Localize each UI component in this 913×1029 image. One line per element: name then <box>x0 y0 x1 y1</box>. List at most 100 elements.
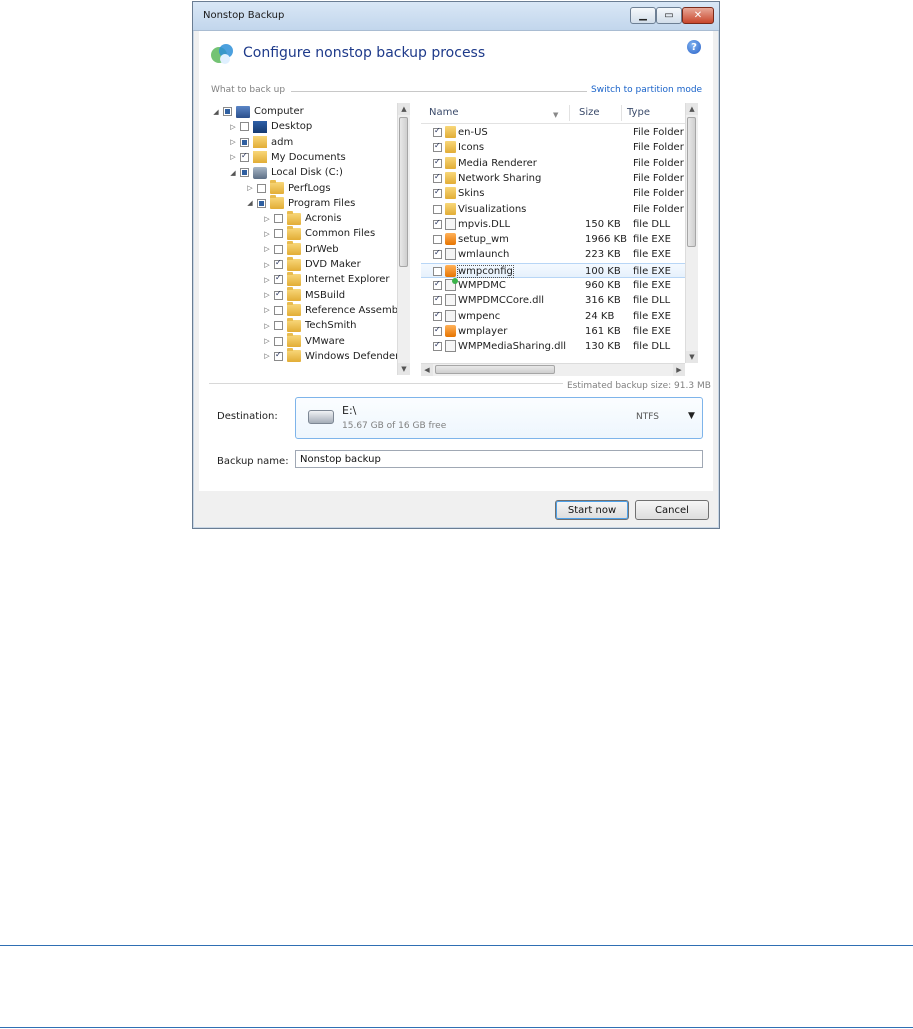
expand-arrow-icon[interactable]: ▷ <box>262 322 272 330</box>
file-checkbox[interactable] <box>433 157 442 168</box>
tree-item-checkbox[interactable] <box>274 321 283 331</box>
file-list-horizontal-scrollbar[interactable]: ◀ ▶ <box>421 363 685 376</box>
collapse-arrow-icon[interactable]: ◢ <box>211 108 221 116</box>
table-row[interactable]: wmpenc 24 KB file EXE <box>421 309 685 324</box>
tree-item-checkbox[interactable] <box>274 214 283 224</box>
table-row[interactable]: Media Renderer File Folder <box>421 156 685 171</box>
table-row[interactable]: wmpconfig 100 KB file EXE <box>421 262 685 278</box>
scroll-left-arrow-icon[interactable]: ◀ <box>421 364 433 376</box>
tree-item-checkbox[interactable] <box>274 258 283 269</box>
column-separator[interactable] <box>621 105 622 121</box>
tree-item[interactable]: ▷ Desktop <box>228 119 312 134</box>
file-checkbox[interactable] <box>433 279 442 290</box>
expand-arrow-icon[interactable]: ▷ <box>228 138 238 146</box>
tree-item[interactable]: ▷ My Documents <box>228 150 346 165</box>
minimize-button[interactable]: ▁ <box>630 7 656 24</box>
tree-item-checkbox[interactable] <box>223 107 232 116</box>
file-checkbox[interactable] <box>433 187 442 199</box>
tree-vertical-scrollbar[interactable]: ▲ ▼ <box>397 103 410 375</box>
title-bar[interactable]: Nonstop Backup ▁ ▭ ✕ <box>193 2 719 31</box>
expand-arrow-icon[interactable]: ▷ <box>262 276 272 284</box>
expand-arrow-icon[interactable]: ▷ <box>245 184 255 192</box>
dropdown-arrow-icon[interactable]: ▼ <box>688 411 695 421</box>
tree-item[interactable]: ▷ Common Files <box>262 225 375 241</box>
tree-item-checkbox[interactable] <box>240 137 249 147</box>
table-row[interactable]: Icons File Folder <box>421 140 685 155</box>
destination-dropdown[interactable]: E:\ 15.67 GB of 16 GB free NTFS ▼ <box>295 397 703 439</box>
column-header-type[interactable]: Type <box>627 107 650 118</box>
scroll-right-arrow-icon[interactable]: ▶ <box>673 364 685 376</box>
file-checkbox[interactable] <box>433 340 442 352</box>
file-checkbox[interactable] <box>433 126 442 137</box>
table-row[interactable]: setup_wm 1966 KB file EXE <box>421 232 685 247</box>
tree-item-checkbox[interactable] <box>257 183 266 193</box>
tree-item-checkbox[interactable] <box>274 244 283 254</box>
file-checkbox[interactable] <box>433 248 442 260</box>
tree-item[interactable]: ▷ PerfLogs <box>245 180 331 196</box>
table-row[interactable]: mpvis.DLL 150 KB file DLL <box>421 217 685 232</box>
close-button[interactable]: ✕ <box>682 7 714 24</box>
tree-item[interactable]: ◢ Computer <box>211 104 304 119</box>
switch-to-partition-mode-link[interactable]: Switch to partition mode <box>591 85 702 95</box>
expand-arrow-icon[interactable]: ▷ <box>262 261 272 269</box>
column-header-name[interactable]: Name <box>429 107 459 118</box>
table-row[interactable]: WMPDMC 960 KB file EXE <box>421 278 685 293</box>
tree-item-checkbox[interactable] <box>274 350 283 361</box>
table-row[interactable]: Visualizations File Folder <box>421 202 685 217</box>
file-checkbox[interactable] <box>433 218 442 229</box>
table-row[interactable]: Skins File Folder <box>421 186 685 201</box>
expand-arrow-icon[interactable]: ▷ <box>228 153 238 161</box>
tree-item-checkbox[interactable] <box>257 198 266 208</box>
tree-item-checkbox[interactable] <box>274 229 283 239</box>
tree-item-checkbox[interactable] <box>240 122 249 132</box>
collapse-arrow-icon[interactable]: ◢ <box>228 169 238 177</box>
table-row[interactable]: WMPMediaSharing.dll 130 KB file DLL <box>421 339 685 354</box>
tree-item[interactable]: ▷ VMware <box>262 333 345 349</box>
collapse-arrow-icon[interactable]: ◢ <box>245 199 255 207</box>
tree-item-checkbox[interactable] <box>240 151 249 162</box>
file-checkbox[interactable] <box>433 172 442 183</box>
tree-item[interactable]: ▷ Internet Explorer <box>262 271 390 287</box>
tree-item[interactable]: ▷ MSBuild <box>262 287 345 303</box>
table-row[interactable]: WMPDMCCore.dll 316 KB file DLL <box>421 293 685 308</box>
expand-arrow-icon[interactable]: ▷ <box>262 230 272 238</box>
column-separator[interactable] <box>569 105 570 121</box>
help-icon[interactable]: ? <box>687 40 701 54</box>
tree-item[interactable]: ▷ DVD Maker <box>262 256 361 272</box>
file-checkbox[interactable] <box>433 325 442 336</box>
file-list-vertical-scrollbar[interactable]: ▲ ▼ <box>685 103 698 363</box>
tree-item-checkbox[interactable] <box>240 168 249 178</box>
scroll-thumb[interactable] <box>687 117 696 247</box>
tree-item-checkbox[interactable] <box>274 305 283 315</box>
tree-item-checkbox[interactable] <box>274 273 283 285</box>
tree-item[interactable]: ▷ Acronis <box>262 210 342 226</box>
expand-arrow-icon[interactable]: ▷ <box>262 215 272 223</box>
expand-arrow-icon[interactable]: ▷ <box>262 352 272 360</box>
scroll-up-arrow-icon[interactable]: ▲ <box>686 103 698 115</box>
file-checkbox[interactable] <box>433 294 442 306</box>
tree-item[interactable]: ▷ Reference Assemb... <box>262 302 408 318</box>
expand-arrow-icon[interactable]: ▷ <box>262 245 272 253</box>
expand-arrow-icon[interactable]: ▷ <box>262 306 272 314</box>
scroll-thumb[interactable] <box>399 117 408 267</box>
maximize-button[interactable]: ▭ <box>656 7 682 24</box>
table-row[interactable]: wmlaunch 223 KB file EXE <box>421 247 685 262</box>
expand-arrow-icon[interactable]: ▷ <box>262 291 272 299</box>
file-checkbox[interactable] <box>433 141 442 153</box>
scroll-thumb[interactable] <box>435 365 555 374</box>
file-checkbox[interactable] <box>433 266 442 276</box>
scroll-up-arrow-icon[interactable]: ▲ <box>398 103 410 115</box>
file-checkbox[interactable] <box>433 310 442 321</box>
table-row[interactable]: Network Sharing File Folder <box>421 171 685 186</box>
tree-item-checkbox[interactable] <box>274 336 283 346</box>
tree-item[interactable]: ▷ TechSmith <box>262 317 357 333</box>
file-checkbox[interactable] <box>433 235 442 245</box>
tree-item[interactable]: ▷ Windows Defender <box>262 348 399 364</box>
tree-item-checkbox[interactable] <box>274 289 283 300</box>
file-checkbox[interactable] <box>433 204 442 214</box>
table-row[interactable]: wmplayer 161 KB file EXE <box>421 324 685 339</box>
tree-item[interactable]: ◢ Program Files <box>245 195 355 211</box>
scroll-down-arrow-icon[interactable]: ▼ <box>686 351 698 363</box>
expand-arrow-icon[interactable]: ▷ <box>262 337 272 345</box>
tree-item[interactable]: ▷ DrWeb <box>262 241 339 257</box>
